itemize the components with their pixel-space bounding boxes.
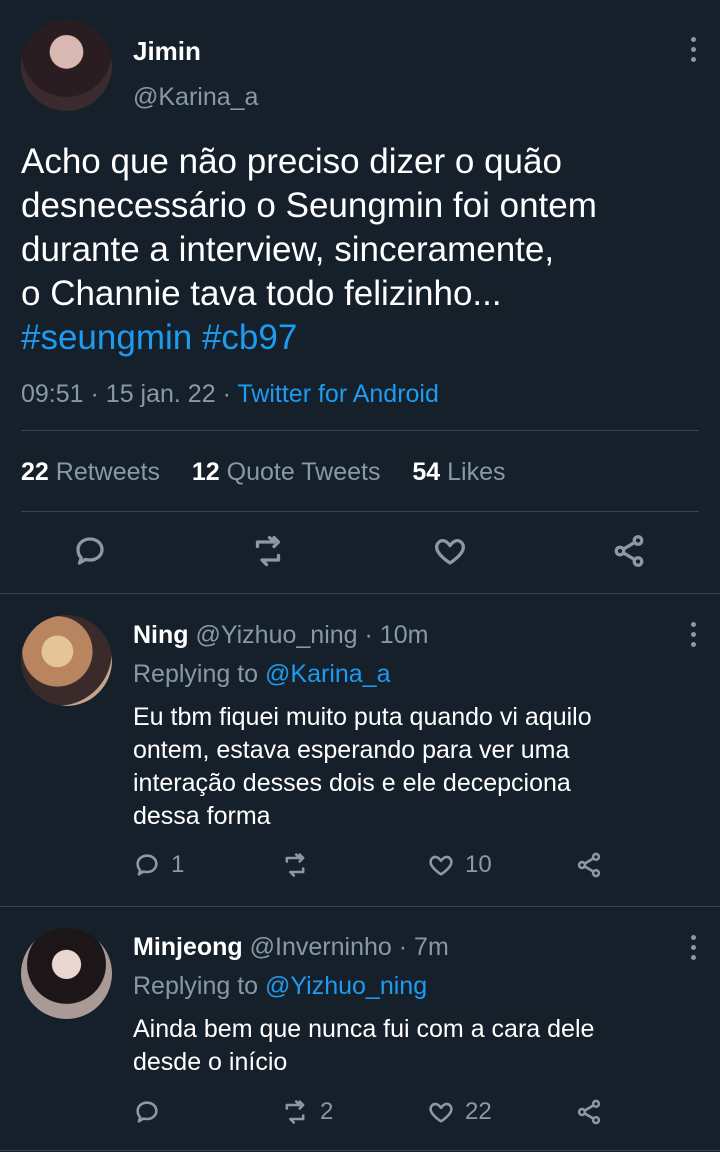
share-button[interactable] — [575, 851, 603, 879]
replying-to: Replying to @Karina_a — [133, 660, 390, 689]
reply-handle[interactable]: @Inverninho — [250, 933, 392, 961]
author-handle[interactable]: @Karina_a — [133, 83, 258, 112]
like-button[interactable]: 10 — [427, 851, 492, 879]
retweet-button[interactable] — [250, 533, 286, 569]
tweet-text-line: desnecessário o Seungmin foi ontem — [21, 186, 597, 225]
retweet-icon — [255, 535, 281, 567]
reply-count: 1 — [171, 851, 185, 878]
share-icon — [614, 535, 644, 567]
like-button[interactable]: 22 — [427, 1098, 492, 1126]
reply-text-line: interação desses dois e ele decepciona — [133, 769, 571, 797]
author-display-name[interactable]: Jimin — [133, 36, 201, 67]
replying-to-label: Replying to — [133, 972, 259, 1000]
reply-display-name[interactable]: Minjeong — [133, 933, 243, 961]
comment-icon — [136, 854, 158, 876]
reply-button[interactable]: 1 — [133, 851, 184, 879]
more-options-icon[interactable] — [690, 935, 696, 960]
more-options-icon[interactable] — [690, 622, 696, 647]
reply-header: Minjeong @Inverninho · 7m — [133, 933, 449, 962]
share-icon — [577, 1099, 601, 1125]
heart-icon — [435, 539, 465, 565]
reply-text: Eu tbm fiquei muito puta quando vi aquil… — [133, 701, 713, 833]
replying-to-label: Replying to — [133, 660, 259, 688]
reply-header: Ning @Yizhuo_ning · 10m — [133, 621, 428, 650]
reply-button[interactable] — [72, 533, 108, 569]
retweet-icon — [285, 853, 305, 877]
reply-text-line: Eu tbm fiquei muito puta quando vi aquil… — [133, 703, 592, 731]
divider — [21, 511, 699, 512]
divider — [21, 430, 699, 431]
comment-icon — [136, 1101, 158, 1123]
tweet-stats: 22 Retweets 12 Quote Tweets 54 Likes — [21, 458, 506, 487]
like-button[interactable] — [432, 533, 468, 569]
retweet-icon — [285, 1100, 305, 1124]
like-count: 10 — [465, 851, 492, 878]
reply-display-name[interactable]: Ning — [133, 621, 189, 649]
comment-icon — [76, 537, 104, 565]
reply-time: · 10m — [364, 621, 429, 649]
avatar-ning[interactable] — [21, 615, 112, 706]
divider — [0, 906, 720, 907]
tweet-text-line: durante a interview, sinceramente, — [21, 230, 555, 269]
reply-text-line: dessa forma — [133, 802, 271, 830]
reply-time: · 7m — [398, 933, 449, 961]
heart-icon — [429, 855, 453, 876]
tweet-meta: 09:51 · 15 jan. 22 · Twitter for Android — [21, 380, 439, 408]
reply-text-line: Ainda bem que nunca fui com a cara dele — [133, 1015, 595, 1043]
reply-text: Ainda bem que nunca fui com a cara dele … — [133, 1013, 713, 1079]
tweet-text: Acho que não preciso dizer o quão desnec… — [21, 140, 711, 360]
heart-icon — [429, 1102, 453, 1123]
reply-button[interactable] — [133, 1098, 171, 1126]
retweets-stat[interactable]: 22 Retweets — [21, 458, 160, 486]
more-options-icon[interactable] — [690, 37, 696, 62]
like-count: 22 — [465, 1098, 492, 1125]
avatar-jimin[interactable] — [21, 20, 112, 111]
reply-text-line: ontem, estava esperando para ver uma — [133, 736, 570, 764]
divider — [0, 593, 720, 594]
tweet-date: 15 jan. 22 — [105, 380, 216, 408]
replying-to: Replying to @Yizhuo_ning — [133, 972, 427, 1001]
tweet-source[interactable]: Twitter for Android — [237, 380, 438, 408]
replying-to-handle[interactable]: @Yizhuo_ning — [265, 972, 427, 1000]
quotes-stat[interactable]: 12 Quote Tweets — [192, 458, 381, 486]
share-button[interactable] — [611, 533, 647, 569]
share-icon — [577, 852, 601, 878]
tweet-text-line: Acho que não preciso dizer o quão — [21, 142, 562, 181]
divider — [0, 1150, 720, 1151]
tweet-text-line: o Channie tava todo felizinho... — [21, 274, 502, 313]
reply-text-line: desde o início — [133, 1048, 288, 1076]
avatar-minjeong[interactable] — [21, 928, 112, 1019]
retweet-button[interactable]: 2 — [280, 1098, 333, 1126]
replying-to-handle[interactable]: @Karina_a — [265, 660, 390, 688]
reply-handle[interactable]: @Yizhuo_ning — [196, 621, 358, 649]
share-button[interactable] — [575, 1098, 603, 1126]
retweet-button[interactable] — [280, 851, 320, 879]
retweet-count: 2 — [320, 1098, 334, 1125]
likes-stat[interactable]: 54 Likes — [412, 458, 505, 486]
tweet-time: 09:51 — [21, 380, 84, 408]
hashtags[interactable]: #seungmin #cb97 — [21, 316, 711, 360]
